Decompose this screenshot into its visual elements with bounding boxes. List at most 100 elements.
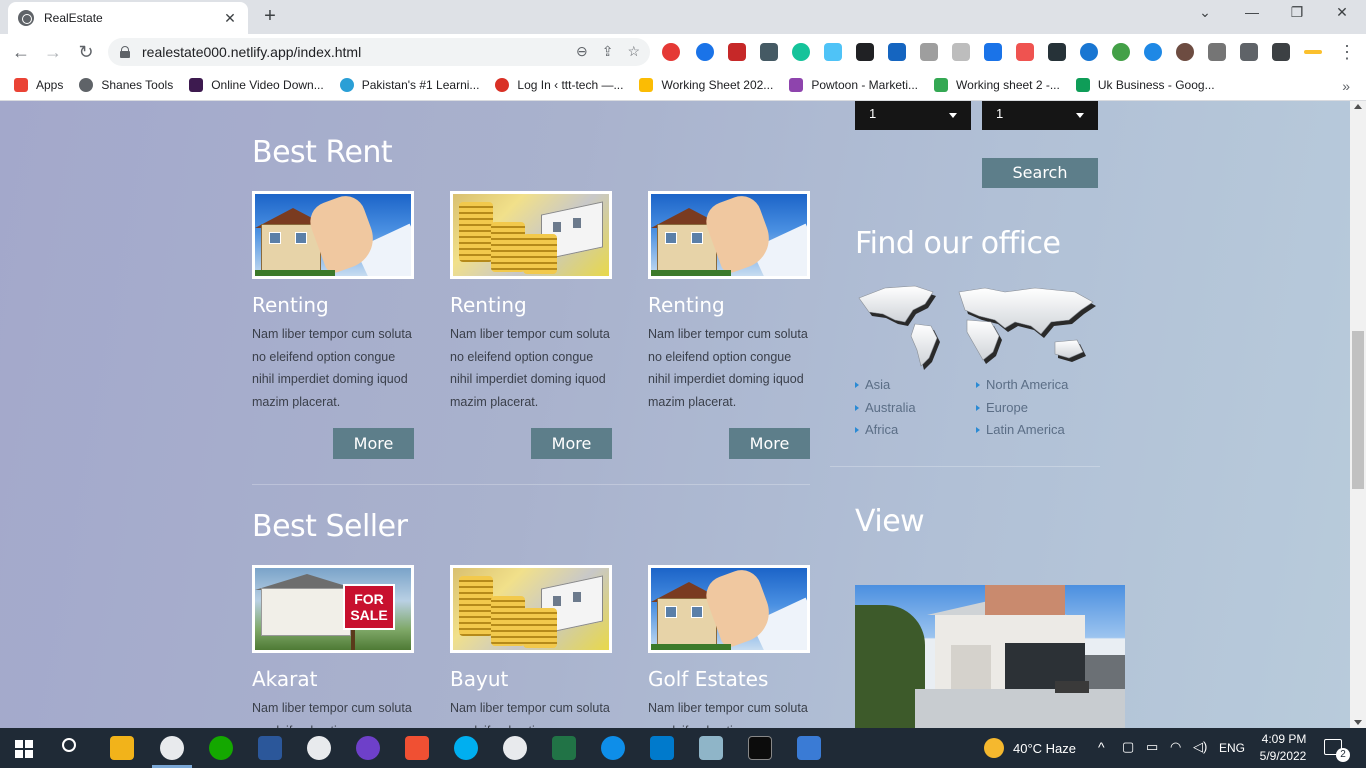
gold-coins-image[interactable] <box>450 191 612 279</box>
windows-start-icon[interactable] <box>15 740 33 758</box>
weather-icon[interactable] <box>984 738 1004 758</box>
weather-text[interactable]: 40°C Haze <box>1013 741 1076 756</box>
colorful-extension-icon[interactable] <box>824 43 842 61</box>
excel-icon[interactable] <box>552 736 576 760</box>
select-dropdown-1[interactable]: 1 <box>855 101 971 130</box>
tag-extension-icon[interactable] <box>1016 43 1034 61</box>
caret-down-icon <box>1076 113 1084 118</box>
address-bar[interactable]: realestate000.netlify.app/index.html ⊖ ⇪… <box>108 38 650 66</box>
arrow-extension-icon[interactable] <box>856 43 874 61</box>
region-link-latin-america[interactable]: Latin America <box>976 422 1065 437</box>
pdf-extension-icon[interactable] <box>728 43 746 61</box>
grammar-extension-icon[interactable] <box>696 43 714 61</box>
region-link-europe[interactable]: Europe <box>976 400 1028 415</box>
minimize-button[interactable]: — <box>1240 4 1264 20</box>
photos-icon[interactable] <box>797 736 821 760</box>
file-explorer-icon[interactable] <box>110 736 134 760</box>
region-link-asia[interactable]: Asia <box>855 377 890 392</box>
back-button[interactable]: ← <box>10 41 32 63</box>
scroll-down-icon[interactable] <box>1354 720 1362 725</box>
scroll-up-icon[interactable] <box>1354 104 1362 109</box>
square-extension-icon[interactable] <box>952 43 970 61</box>
bookmark-working-sheet-2[interactable]: Working sheet 2 -... <box>934 78 1060 92</box>
teamviewer-icon[interactable] <box>601 736 625 760</box>
link-extension-icon[interactable] <box>760 43 778 61</box>
bookmark-working-sheet[interactable]: Working Sheet 202... <box>639 78 773 92</box>
restore-button[interactable]: ❐ <box>1285 4 1309 21</box>
drive-icon <box>934 78 949 92</box>
volume-icon[interactable]: ◁) <box>1193 739 1207 755</box>
zoom-icon[interactable]: ⊖ <box>576 43 588 60</box>
star-icon <box>339 78 354 92</box>
bookmarks-overflow-icon[interactable]: » <box>1342 78 1350 94</box>
tab-search-icon[interactable]: ⌄ <box>1193 4 1217 21</box>
new-tab-button[interactable]: + <box>260 6 280 26</box>
chrome-icon[interactable] <box>160 736 184 760</box>
bookmark-powtoon[interactable]: Powtoon - Marketi... <box>789 78 918 92</box>
bookmark-star-icon[interactable]: ☆ <box>627 43 640 60</box>
vscode-icon[interactable] <box>650 736 674 760</box>
menu-kebab-icon[interactable]: ⋮ <box>1336 41 1358 63</box>
clock-time[interactable]: 4:09 PM <box>1261 732 1307 746</box>
browser-tab[interactable]: RealEstate ✕ <box>8 2 248 34</box>
scrollbar-thumb[interactable] <box>1352 331 1364 489</box>
pokeball-extension-icon[interactable] <box>662 43 680 61</box>
forward-button[interactable]: → <box>42 41 64 63</box>
github-icon[interactable] <box>356 736 380 760</box>
tab-close-icon[interactable]: ✕ <box>222 10 238 27</box>
bookmark-pakistan-learning[interactable]: Pakistan's #1 Learni... <box>339 78 479 92</box>
reload-button[interactable]: ↻ <box>75 41 97 63</box>
tray-chevron-icon[interactable]: ^ <box>1098 739 1105 755</box>
bookmark-shanes-tools[interactable]: Shanes Tools <box>79 78 173 92</box>
search-button[interactable]: Search <box>982 158 1098 188</box>
clock-date[interactable]: 5/9/2022 <box>1255 749 1311 763</box>
bookmark-uk-business[interactable]: Uk Business - Goog... <box>1075 78 1215 92</box>
play-extension-icon[interactable] <box>1080 43 1098 61</box>
camera-extension-icon[interactable] <box>1208 43 1226 61</box>
tray-device-icon[interactable]: ▢ <box>1122 739 1134 755</box>
select-dropdown-2[interactable]: 1 <box>982 101 1098 130</box>
close-window-button[interactable]: ✕ <box>1330 4 1354 21</box>
more-button[interactable]: More <box>729 428 810 459</box>
region-link-africa[interactable]: Africa <box>855 422 898 437</box>
page-scrollbar[interactable] <box>1350 101 1366 728</box>
bookmark-ttt-tech[interactable]: Log In ‹ ttt-tech —... <box>495 78 623 92</box>
mail-extension-icon[interactable] <box>920 43 938 61</box>
grammarly-extension-icon[interactable] <box>792 43 810 61</box>
share-icon[interactable]: ⇪ <box>602 43 614 60</box>
counter-extension-icon[interactable] <box>984 43 1002 61</box>
more-button[interactable]: More <box>531 428 612 459</box>
for-sale-image[interactable]: FOR SALE <box>252 565 414 653</box>
wifi-icon[interactable]: ◠ <box>1170 739 1181 755</box>
profile-icon[interactable] <box>1304 50 1322 54</box>
chrome-alt-icon[interactable] <box>503 736 527 760</box>
bag-extension-icon[interactable] <box>888 43 906 61</box>
more-button[interactable]: More <box>333 428 414 459</box>
region-link-australia[interactable]: Australia <box>855 400 916 415</box>
puzzle-extensions-icon[interactable] <box>1240 43 1258 61</box>
at-extension-icon[interactable] <box>1144 43 1162 61</box>
side-panel-icon[interactable] <box>1272 43 1290 61</box>
house-key-image[interactable] <box>648 565 810 653</box>
bookmark-video-downloader[interactable]: Online Video Down... <box>189 78 324 92</box>
search-icon[interactable] <box>62 738 76 752</box>
grid-extension-icon[interactable] <box>1048 43 1066 61</box>
battery-icon[interactable]: ▭ <box>1146 739 1158 755</box>
word-icon[interactable] <box>258 736 282 760</box>
frog-extension-icon[interactable] <box>1112 43 1130 61</box>
lock-icon <box>120 46 130 58</box>
house-key-image[interactable] <box>648 191 810 279</box>
gold-coins-image[interactable] <box>450 565 612 653</box>
bookmark-apps[interactable]: Apps <box>14 78 63 92</box>
git-icon[interactable] <box>405 736 429 760</box>
notepad-icon[interactable] <box>699 736 723 760</box>
upwork-icon[interactable] <box>209 736 233 760</box>
face-extension-icon[interactable] <box>1176 43 1194 61</box>
chrome-profile-icon[interactable] <box>307 736 331 760</box>
house-key-image[interactable] <box>252 191 414 279</box>
skype-icon[interactable] <box>454 736 478 760</box>
region-link-north-america[interactable]: North America <box>976 377 1068 392</box>
house-view-photo[interactable] <box>855 585 1125 728</box>
language-indicator[interactable]: ENG <box>1219 741 1245 755</box>
terminal-icon[interactable] <box>748 736 772 760</box>
